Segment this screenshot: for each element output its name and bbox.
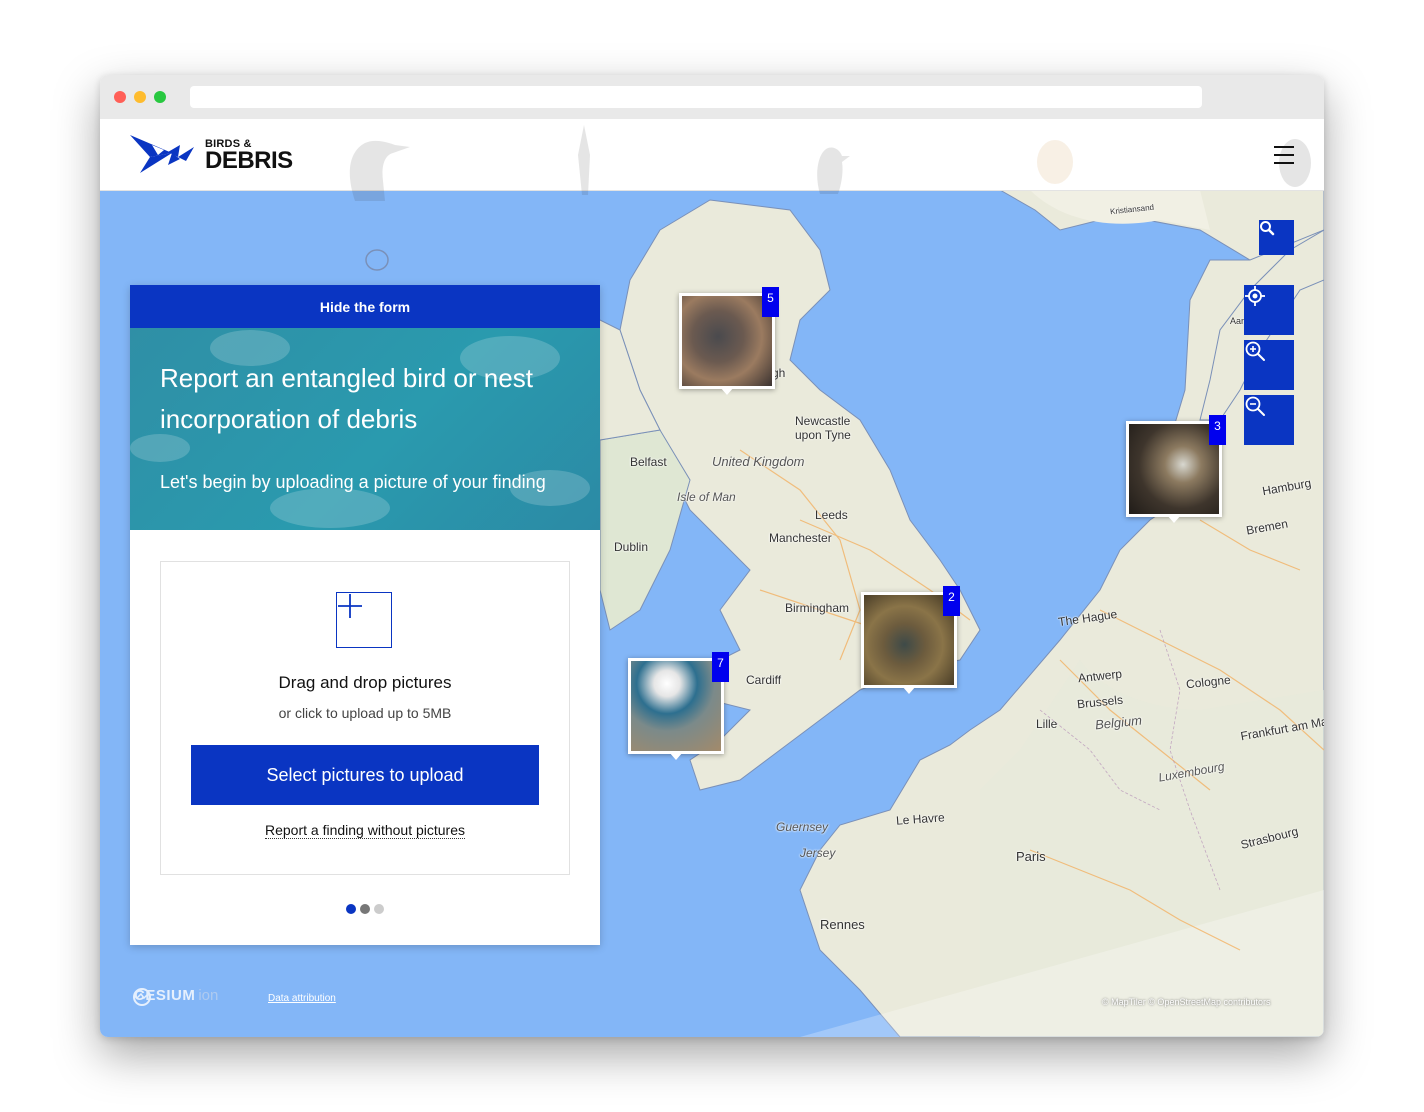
browser-chrome xyxy=(100,75,1324,119)
map-label-isle-of-man: Isle of Man xyxy=(677,490,736,504)
hide-form-button[interactable]: Hide the form xyxy=(130,285,600,328)
map-label-paris: Paris xyxy=(1016,849,1046,864)
map-label-rennes: Rennes xyxy=(820,917,865,932)
map-copyright: © MapTiler © OpenStreetMap contributors xyxy=(1102,997,1271,1007)
ghost-gannet-image xyxy=(578,125,590,195)
brand-line2: DEBRIS xyxy=(205,147,293,174)
map-label-united-kingdom: United Kingdom xyxy=(712,454,805,469)
map-label-lille: Lille xyxy=(1036,717,1058,731)
crosshair-icon xyxy=(1245,286,1265,306)
add-picture-button[interactable] xyxy=(336,592,392,648)
map-label-birmingham: Birmingham xyxy=(785,601,850,615)
report-without-pictures: Report a finding without pictures xyxy=(161,822,569,839)
marker-count-badge: 2 xyxy=(943,586,960,616)
map-label-jersey: Jersey xyxy=(800,846,836,860)
cesium-logo-icon xyxy=(133,988,151,1006)
close-window-dot[interactable] xyxy=(114,91,126,103)
finding-marker-wales[interactable] xyxy=(628,658,724,760)
map-label-leeds: Leeds xyxy=(815,508,848,522)
drag-drop-subtitle: or click to upload up to 5MB xyxy=(278,705,452,721)
map-label-newcastle: Newcastle xyxy=(795,414,851,428)
form-subtitle: Let's begin by uploading a picture of yo… xyxy=(160,472,546,492)
step-dot xyxy=(360,904,370,914)
drag-drop-title: Drag and drop pictures xyxy=(278,673,452,692)
locate-me-button[interactable] xyxy=(1244,285,1294,335)
site-header: BIRDS & DEBRIS xyxy=(100,119,1324,201)
cesium-ion-label: ion xyxy=(198,987,219,1004)
report-form-panel: Hide the form Report an entangled bird o… xyxy=(130,285,600,945)
report-without-pictures-link[interactable]: Report a finding without pictures xyxy=(265,822,465,839)
picture-dropzone[interactable]: Drag and drop pictures or click to uploa… xyxy=(160,561,570,875)
zoom-in-button[interactable] xyxy=(1244,340,1294,390)
hamburger-menu-icon[interactable] xyxy=(1274,146,1294,164)
plus-icon xyxy=(338,594,362,618)
map-label-belfast: Belfast xyxy=(630,455,667,469)
cesium-ion-logo[interactable]: CESIUM ion xyxy=(132,987,219,1006)
map-search-button[interactable] xyxy=(1259,220,1294,255)
marker-count-badge: 7 xyxy=(712,652,729,682)
finding-marker-scotland[interactable] xyxy=(679,293,775,395)
map-label-guernsey: Guernsey xyxy=(776,820,829,834)
select-pictures-button[interactable]: Select pictures to upload xyxy=(191,745,539,805)
zoom-out-button[interactable] xyxy=(1244,395,1294,445)
step-dot xyxy=(374,904,384,914)
finding-marker-germany[interactable] xyxy=(1126,421,1222,523)
ghost-cormorant-image xyxy=(349,140,410,201)
map-label-upon-tyne: upon Tyne xyxy=(795,428,851,442)
ghost-gull-image xyxy=(1037,140,1073,184)
zoom-in-icon xyxy=(1245,341,1265,361)
map-label-aar: Aar xyxy=(1230,316,1245,326)
birds-debris-logo[interactable]: BIRDS & DEBRIS xyxy=(128,133,293,177)
step-indicator xyxy=(346,904,384,914)
form-hero: Report an entangled bird or nest incorpo… xyxy=(130,328,600,530)
marker-count-badge: 3 xyxy=(1209,415,1226,445)
map-label-dublin: Dublin xyxy=(614,540,649,554)
step-dot-active xyxy=(346,904,356,914)
map-label-manchester: Manchester xyxy=(769,531,832,545)
maximize-window-dot[interactable] xyxy=(154,91,166,103)
ghost-penguin-image xyxy=(817,147,850,194)
minimize-window-dot[interactable] xyxy=(134,91,146,103)
zoom-out-icon xyxy=(1245,396,1265,416)
data-attribution-link[interactable]: Data attribution xyxy=(268,993,336,1004)
browser-window: BIRDS & DEBRIS Newcastle upon Tyne Belfa… xyxy=(100,75,1324,1037)
map-view[interactable]: Newcastle upon Tyne Belfast United Kingd… xyxy=(100,190,1324,1037)
address-bar[interactable] xyxy=(190,86,1202,108)
marker-count-badge: 5 xyxy=(762,287,779,317)
map-label-cardiff: Cardiff xyxy=(746,673,782,687)
form-title: Report an entangled bird or nest incorpo… xyxy=(160,363,533,434)
search-icon xyxy=(1260,221,1275,236)
bird-logo-icon xyxy=(130,135,194,173)
